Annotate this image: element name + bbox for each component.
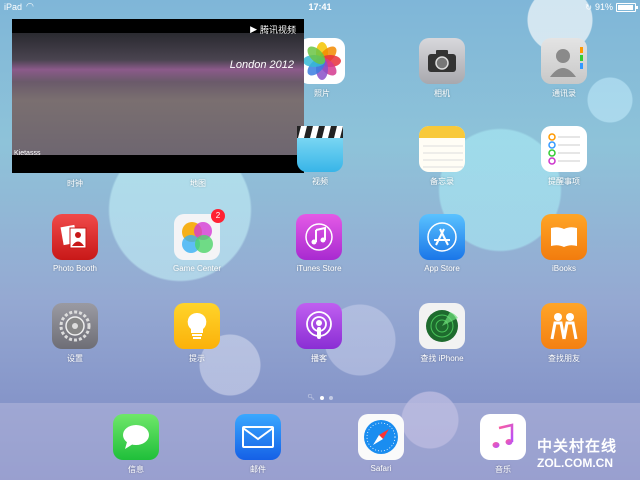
app-contacts[interactable]: 通讯录 [524, 38, 604, 99]
app-game-center[interactable]: 2 Game Center [157, 209, 237, 273]
find-iphone-icon [419, 303, 465, 349]
find-friends-icon [541, 303, 587, 349]
app-reminders[interactable]: 提醒事项 [524, 126, 604, 187]
dock-music[interactable]: 音乐 [463, 414, 543, 475]
spotlight-search-icon[interactable]: 🔍︎ [307, 394, 315, 401]
app-camera[interactable]: 相机 [402, 38, 482, 99]
itunes-store-icon [296, 214, 342, 260]
app-label: 地图 [190, 179, 206, 188]
messages-icon [113, 414, 159, 460]
app-find-friends[interactable]: 查找朋友 [524, 303, 604, 364]
settings-icon [52, 303, 98, 349]
app-label: 查找朋友 [548, 354, 580, 363]
notes-icon [419, 126, 465, 172]
battery-percent: 91% [594, 2, 613, 12]
app-label: 视频 [312, 177, 328, 186]
status-bar: iPad ◠ 17:41 ↻ 91% [0, 0, 640, 14]
app-videos[interactable]: 视频 [280, 126, 360, 187]
app-label: iBooks [551, 264, 576, 273]
app-label: App Store [424, 264, 460, 273]
photos-icon [299, 38, 345, 84]
app-label: 邮件 [250, 465, 266, 474]
app-store-icon [419, 214, 465, 260]
photo-booth-icon [52, 214, 98, 260]
safari-icon [358, 414, 404, 460]
app-label: Safari [370, 464, 392, 473]
orientation-lock-icon: ↻ [585, 2, 592, 12]
dock-messages[interactable]: 信息 [96, 414, 176, 475]
video-brand-label: 腾讯视频 [259, 25, 296, 35]
app-label: 备忘录 [430, 177, 454, 186]
app-label: 通讯录 [552, 89, 576, 98]
app-label: Game Center [172, 264, 222, 273]
page-dot-1[interactable] [319, 395, 324, 400]
app-clock-label-holder: 时钟 [35, 126, 115, 189]
app-label: 播客 [311, 354, 327, 363]
video-brand: ▶ 腾讯视频 [250, 23, 296, 36]
app-photo-booth[interactable]: Photo Booth [35, 214, 115, 273]
app-label: 相机 [434, 89, 450, 98]
battery-icon [616, 2, 638, 12]
watermark-cn: 中关村在线 [537, 438, 618, 455]
watermark: 中关村在线 ZOL.COM.CN [537, 435, 637, 470]
app-notes[interactable]: 备忘录 [402, 126, 482, 187]
app-podcasts[interactable]: 播客 [279, 303, 359, 364]
app-label: 时钟 [67, 179, 83, 188]
app-ibooks[interactable]: iBooks [524, 214, 604, 273]
game-center-icon: 2 [174, 209, 225, 260]
mail-icon [235, 414, 281, 460]
app-label: iTunes Store [296, 264, 342, 273]
app-find-iphone[interactable]: 查找 iPhone [402, 303, 482, 364]
app-label: 查找 iPhone [420, 354, 464, 363]
tips-icon [174, 303, 220, 349]
reminders-icon [541, 126, 587, 172]
app-label: 提示 [189, 354, 205, 363]
app-label: 信息 [128, 465, 144, 474]
app-settings[interactable]: 设置 [35, 303, 115, 364]
music-icon [480, 414, 526, 460]
app-itunes-store[interactable]: iTunes Store [279, 214, 359, 273]
page-indicator[interactable]: 🔍︎ [0, 394, 640, 401]
watermark-en: ZOL.COM.CN [537, 456, 613, 470]
play-icon: ▶ [250, 24, 257, 34]
page-dot-2[interactable] [328, 395, 333, 400]
status-time: 17:41 [308, 2, 332, 12]
app-maps-label-holder: 地图 [158, 126, 238, 189]
podcasts-icon [296, 303, 342, 349]
app-tips[interactable]: 提示 [157, 303, 237, 364]
videos-icon [297, 126, 343, 172]
notification-badge: 2 [211, 209, 225, 223]
app-label: Photo Booth [52, 264, 98, 273]
app-app-store[interactable]: App Store [402, 214, 482, 273]
dock-safari[interactable]: Safari [341, 414, 421, 473]
app-label: 音乐 [495, 465, 511, 474]
app-label: 提醒事项 [548, 177, 580, 186]
camera-icon [419, 38, 465, 84]
contacts-icon [541, 38, 587, 84]
dock-mail[interactable]: 邮件 [218, 414, 298, 475]
app-label: 设置 [67, 354, 83, 363]
ibooks-icon [541, 214, 587, 260]
video-banner: London 2012 [229, 59, 294, 71]
